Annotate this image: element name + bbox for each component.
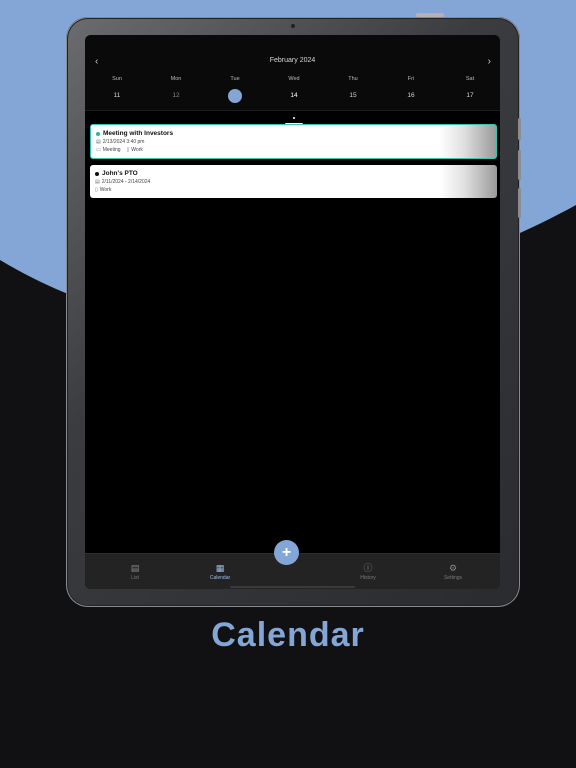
tablet-power-button <box>416 13 444 17</box>
chevron-right-icon[interactable]: › <box>488 56 491 68</box>
day-cell-tue[interactable]: Tue 13 <box>215 76 255 103</box>
day-number: 15 <box>349 92 357 99</box>
day-cell-fri[interactable]: Fri 16 <box>391 76 431 103</box>
month-row: ‹ February 2024 › <box>85 56 500 69</box>
tab-label: History <box>360 575 376 581</box>
caption-title: Calendar <box>211 616 365 654</box>
event-tags-row: ▯ Work <box>95 186 492 194</box>
tablet-volume-down-button <box>518 188 521 218</box>
event-tags-row: ▭ Meeting ▯ Work <box>96 146 491 154</box>
day-cell-wed[interactable]: Wed 14 <box>274 76 314 125</box>
event-datetime-row: ▤ 2/11/2024 - 2/14/2024 <box>95 178 492 186</box>
day-name: Wed <box>288 76 300 82</box>
tablet-side-button <box>518 118 521 140</box>
event-indicator-dot <box>293 117 295 119</box>
day-cell-sun[interactable]: Sun 11 <box>97 76 137 103</box>
history-icon: ⓘ <box>363 563 373 573</box>
day-number-selected: 13 <box>228 89 242 103</box>
month-title: February 2024 <box>269 57 316 64</box>
home-indicator <box>230 586 355 588</box>
tab-calendar[interactable]: ▦ Calendar <box>190 562 250 581</box>
day-name: Sun <box>112 76 122 82</box>
status-dot-icon <box>95 171 99 176</box>
gear-icon: ⚙ <box>448 563 458 573</box>
event-title: Meeting with Investors <box>103 130 174 137</box>
calendar-icon: ▤ <box>96 139 101 145</box>
day-number-today: 14 <box>290 92 298 99</box>
day-number: 11 <box>113 92 121 99</box>
list-icon: ▤ <box>130 563 140 573</box>
event-title: John's PTO <box>102 170 138 177</box>
day-name: Tue <box>230 76 240 82</box>
day-number: 16 <box>407 92 415 99</box>
day-cell-sat[interactable]: Sat 17 <box>450 76 490 103</box>
day-name: Fri <box>407 76 415 82</box>
tag-icon: ▯ <box>126 147 130 153</box>
day-number: 17 <box>466 92 474 99</box>
camera <box>291 24 295 28</box>
event-datetime-row: ▤ 2/13/2024 3:40 pm <box>96 138 491 146</box>
event-list: Meeting with Investors ▤ 2/13/2024 3:40 … <box>90 124 497 204</box>
day-name: Sat <box>465 76 475 82</box>
add-event-button[interactable]: + <box>274 540 299 565</box>
tab-history[interactable]: ⓘ History <box>338 562 398 581</box>
day-cell-thu[interactable]: Thu 15 <box>333 76 373 103</box>
status-bar <box>85 35 500 49</box>
day-number: 12 <box>172 92 180 99</box>
folder-icon: ▭ <box>96 147 101 153</box>
tab-label: Settings <box>443 575 463 581</box>
tab-label: List <box>131 575 139 581</box>
tab-label: Calendar <box>209 575 231 581</box>
tab-settings[interactable]: ⚙ Settings <box>423 562 483 581</box>
event-datetime: 2/13/2024 3:40 pm <box>102 139 145 145</box>
calendar-header: ‹ February 2024 › Sun 11 Mon 12 Tue 13 W… <box>85 49 500 125</box>
event-card-johns-pto[interactable]: John's PTO ▤ 2/11/2024 - 2/14/2024 ▯ Wor… <box>90 165 497 198</box>
day-cell-mon[interactable]: Mon 12 <box>156 76 196 103</box>
event-tag: Work <box>99 187 112 193</box>
tablet-volume-up-button <box>518 150 521 180</box>
app-screen: ‹ February 2024 › Sun 11 Mon 12 Tue 13 W… <box>85 35 500 589</box>
event-category: Meeting <box>102 147 121 153</box>
tag-icon: ▯ <box>95 187 98 193</box>
day-name: Thu <box>348 76 358 82</box>
event-card-meeting-with-investors[interactable]: Meeting with Investors ▤ 2/13/2024 3:40 … <box>90 124 497 159</box>
event-title-row: Meeting with Investors <box>96 129 491 138</box>
status-dot-icon <box>96 131 100 136</box>
event-tag: Work <box>131 147 143 153</box>
event-title-row: John's PTO <box>95 169 492 178</box>
day-name: Mon <box>170 76 182 82</box>
tab-list[interactable]: ▤ List <box>105 562 165 581</box>
calendar-icon: ▤ <box>95 179 100 185</box>
calendar-icon: ▦ <box>215 563 225 573</box>
event-datetime: 2/11/2024 - 2/14/2024 <box>101 179 151 185</box>
